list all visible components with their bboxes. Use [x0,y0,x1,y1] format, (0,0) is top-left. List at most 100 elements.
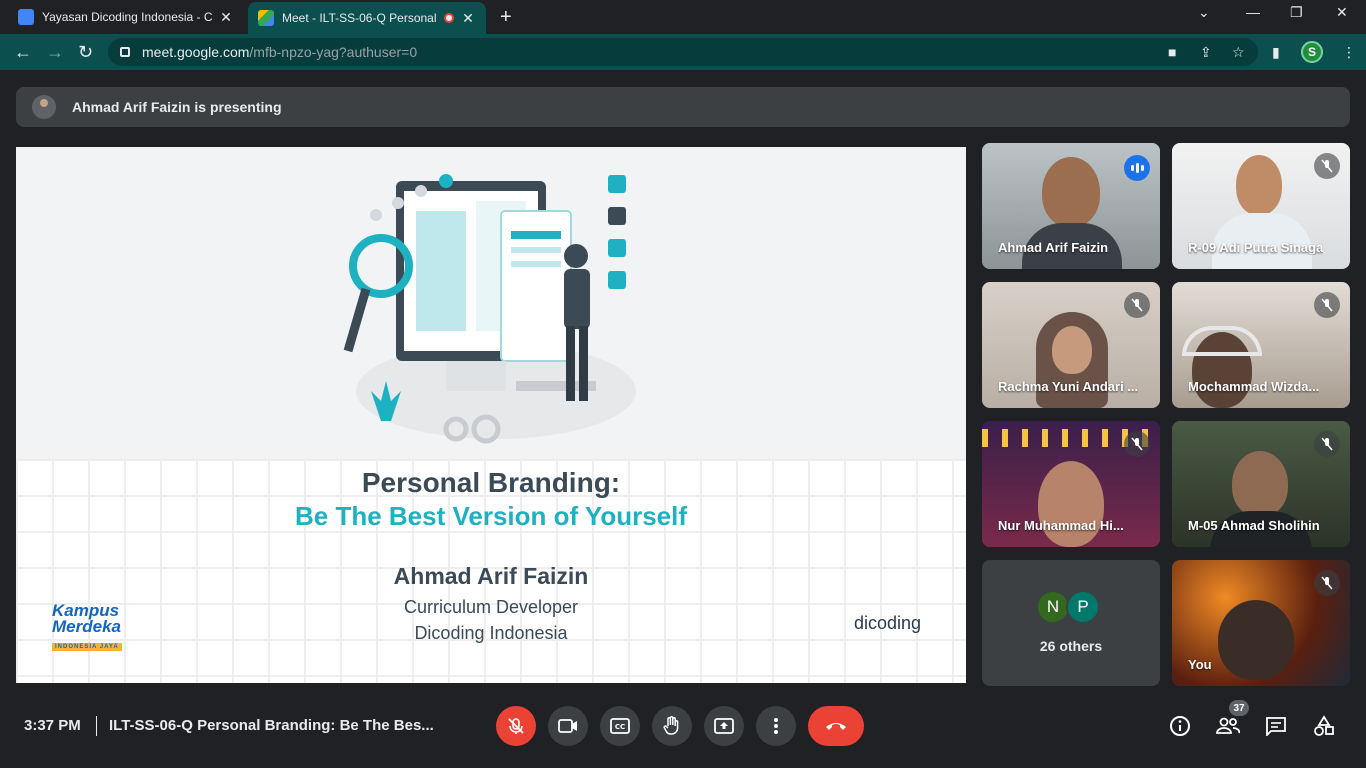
logo-line: INDONESIA JAYA [52,643,122,651]
camera-toggle-button[interactable] [548,706,588,746]
meeting-title: ILT-SS-06-Q Personal Branding: Be The Be… [109,717,434,734]
mic-off-icon [1124,292,1150,318]
new-tab-button[interactable]: + [500,6,512,29]
reload-button[interactable]: ↻ [78,42,93,63]
participant-face [1038,461,1104,547]
slide-title: Personal Branding: [361,467,621,498]
participant-tile[interactable]: M-05 Ahmad Sholihin [1172,421,1350,547]
maximize-button[interactable]: ❐ [1290,4,1303,21]
forward-button[interactable]: → [46,42,64,63]
participant-face [1232,451,1288,517]
others-avatars: N P [1036,590,1100,624]
participant-name: R-09 Adi Putra Sinaga [1188,240,1324,255]
present-now-button[interactable] [704,706,744,746]
participant-count-badge: 37 [1229,700,1249,716]
speaking-indicator-icon [1124,155,1150,181]
closed-captions-icon: CC [610,718,630,734]
participant-tile[interactable]: Ahmad Arif Faizin [982,143,1160,269]
close-tab-icon[interactable]: ✕ [460,10,476,27]
close-tab-icon[interactable]: ✕ [218,9,234,26]
mic-off-icon [1124,431,1150,457]
tab-search-icon[interactable]: ⌄ [1198,4,1210,21]
video-camera-icon [558,719,577,733]
browser-tab-bar: Yayasan Dicoding Indonesia - Cal ✕ Meet … [0,0,1366,34]
meeting-details-button[interactable] [1168,714,1192,738]
back-button[interactable]: ← [14,42,32,63]
captions-button[interactable]: CC [600,706,640,746]
participant-name: You [1188,657,1212,672]
logo-line: Merdeka [52,617,121,636]
participant-name: Mochammad Wizda... [1188,379,1320,394]
people-button[interactable] [1216,714,1240,738]
mic-off-icon [508,718,524,734]
close-window-button[interactable]: ✕ [1336,4,1348,21]
url-field[interactable]: meet.google.com /mfb-npzo-yag?authuser=0 [108,38,1258,66]
more-options-button[interactable] [756,706,796,746]
meeting-controls-bar: 3:37 PM ILT-SS-06-Q Personal Branding: B… [0,700,1366,768]
minimize-button[interactable]: — [1246,4,1260,20]
mic-off-icon [1314,153,1340,179]
bookmark-star-icon[interactable]: ☆ [1232,44,1245,61]
leave-call-button[interactable] [808,706,864,746]
participant-face [1236,155,1282,215]
profile-avatar[interactable]: S [1301,41,1323,63]
participant-tile[interactable]: R-09 Adi Putra Sinaga [1172,143,1350,269]
chat-icon [1266,717,1286,736]
presentation-slide: Personal Branding: Be The Best Version o… [16,147,966,683]
tab-meet[interactable]: Meet - ILT-SS-06-Q Personal ✕ [248,2,486,34]
hand-icon [663,716,679,735]
lock-icon [120,47,130,57]
participant-name: Ahmad Arif Faizin [998,240,1109,255]
calendar-icon [18,9,34,25]
participant-name: M-05 Ahmad Sholihin [1188,518,1320,533]
avatar: N [1036,590,1070,624]
tab-title: Meet - ILT-SS-06-Q Personal [282,11,437,25]
svg-text:CC: CC [615,723,625,731]
presenter-avatar [32,95,56,119]
meeting-clock: 3:37 PM [24,717,81,734]
shapes-icon [1314,715,1334,736]
slide-presenter-org: Dicoding Indonesia [414,623,568,643]
slide-presenter-name: Ahmad Arif Faizin [393,563,589,589]
participant-name: Rachma Yuni Andari ... [998,379,1139,394]
info-icon [1170,716,1190,736]
participant-tile[interactable]: Nur Muhammad Hi... [982,421,1160,547]
mic-off-icon [1314,570,1340,596]
microphone-toggle-button[interactable] [496,706,536,746]
tab-title: Yayasan Dicoding Indonesia - Cal [42,10,212,24]
recording-icon [444,13,454,23]
meet-icon [258,10,274,26]
dicoding-logo: dicoding [854,613,922,633]
chat-button[interactable] [1264,714,1288,738]
raise-hand-button[interactable] [652,706,692,746]
participant-tile[interactable]: Rachma Yuni Andari ... [982,282,1160,408]
share-icon[interactable]: ⇪ [1200,44,1212,61]
activities-button[interactable] [1312,714,1336,738]
slide-presenter-role: Curriculum Developer [403,597,579,617]
avatar: P [1066,590,1100,624]
others-count-label: 26 others [1039,638,1103,654]
branding-illustration [343,174,636,444]
participant-tile[interactable]: Mochammad Wizda... [1172,282,1350,408]
presenting-text: Ahmad Arif Faizin is presenting [72,99,282,115]
phone-hangup-icon [826,723,846,730]
url-host: meet.google.com [142,44,250,60]
participant-face [1042,157,1100,227]
kebab-menu-icon[interactable]: ⋮ [1342,44,1356,61]
mic-off-icon [1314,292,1340,318]
url-path: /mfb-npzo-yag?authuser=0 [249,44,418,60]
kebab-menu-icon [774,718,778,734]
self-tile[interactable]: You [1172,560,1350,686]
side-panel-icon[interactable]: ▮ [1272,44,1280,61]
others-tile[interactable]: N P 26 others [982,560,1160,686]
divider [96,716,97,736]
presenting-banner: Ahmad Arif Faizin is presenting [16,87,1350,127]
slide-subtitle: Be The Best Version of Yourself [294,501,688,531]
participant-name: Nur Muhammad Hi... [998,518,1124,533]
present-screen-icon [714,718,734,734]
camera-icon[interactable]: ■ [1168,44,1176,60]
address-bar: ← → ↻ meet.google.com /mfb-npzo-yag?auth… [0,34,1366,70]
participant-face [1218,600,1294,680]
people-icon [1216,717,1240,734]
tab-calendar[interactable]: Yayasan Dicoding Indonesia - Cal ✕ [8,0,244,34]
